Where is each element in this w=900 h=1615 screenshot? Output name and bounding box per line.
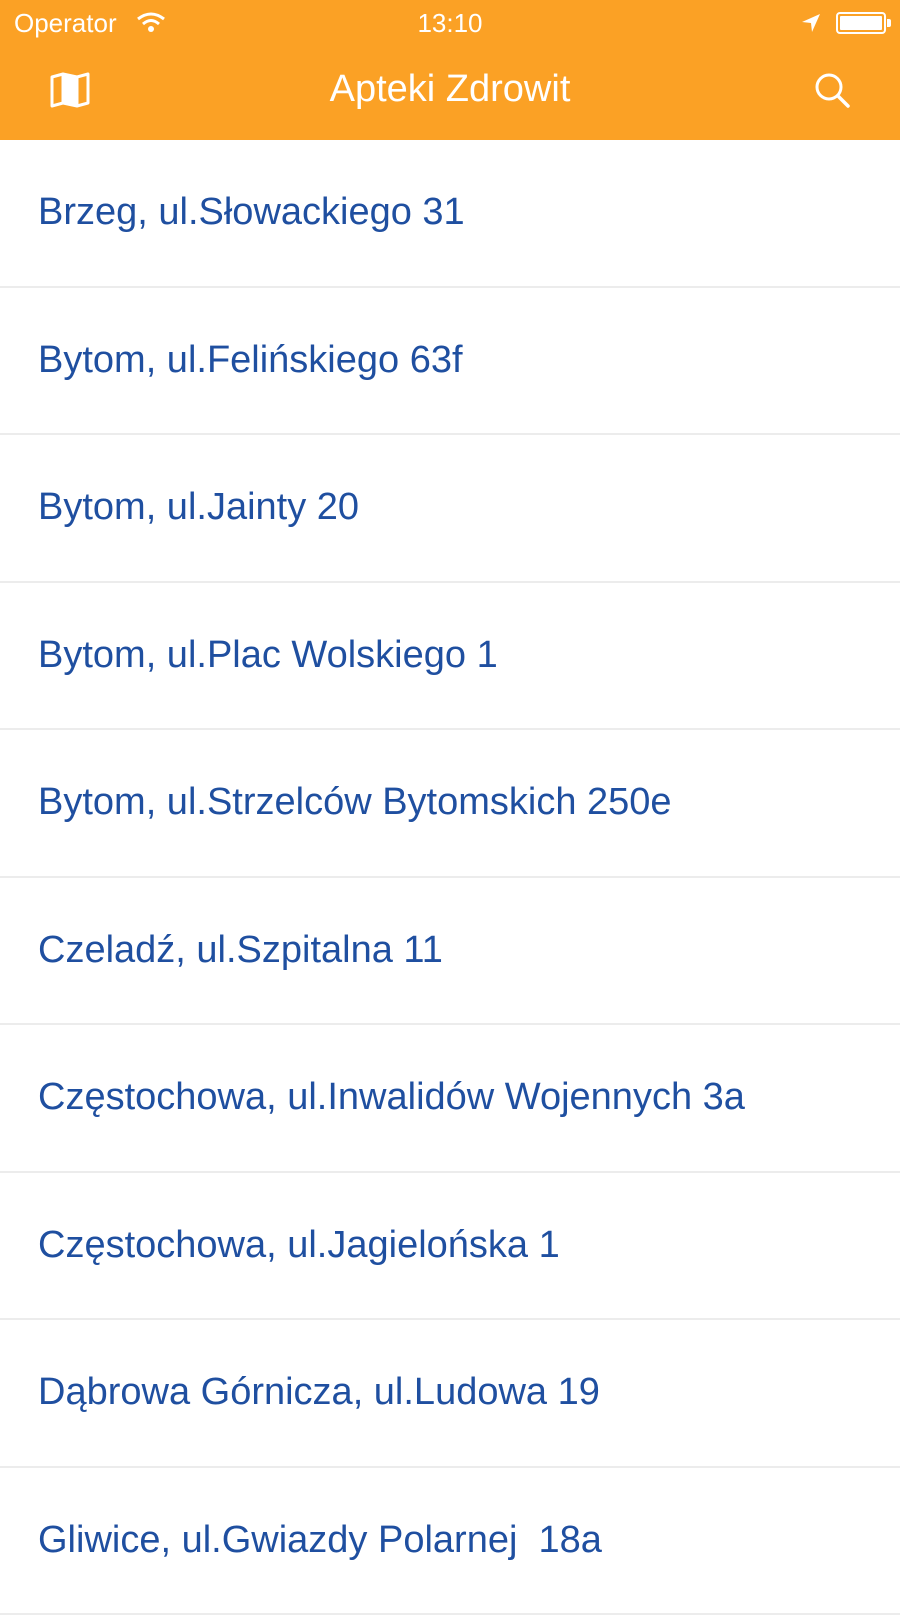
page-title: Apteki Zdrowit: [0, 68, 900, 111]
list-item-label: Częstochowa, ul.Jagielońska 1: [38, 1224, 560, 1267]
pharmacy-list: Brzeg, ul.Słowackiego 31 Bytom, ul.Feliń…: [0, 140, 900, 1615]
list-item[interactable]: Bytom, ul.Strzelców Bytomskich 250e: [0, 730, 900, 878]
list-item[interactable]: Czeladź, ul.Szpitalna 11: [0, 878, 900, 1026]
status-time: 13:10: [0, 8, 900, 39]
list-item-label: Bytom, ul.Strzelców Bytomskich 250e: [38, 781, 672, 824]
list-item[interactable]: Bytom, ul.Plac Wolskiego 1: [0, 583, 900, 731]
list-item[interactable]: Dąbrowa Górnicza, ul.Ludowa 19: [0, 1320, 900, 1468]
list-item-label: Gliwice, ul.Gwiazdy Polarnej 18a: [38, 1519, 602, 1562]
status-bar: Operator 13:10: [0, 0, 900, 48]
location-arrow-icon: [800, 12, 822, 34]
list-item[interactable]: Brzeg, ul.Słowackiego 31: [0, 140, 900, 288]
list-item-label: Czeladź, ul.Szpitalna 11: [38, 929, 443, 972]
list-item-label: Brzeg, ul.Słowackiego 31: [38, 191, 465, 234]
list-item-label: Bytom, ul.Plac Wolskiego 1: [38, 634, 498, 677]
list-item-label: Bytom, ul.Felińskiego 63f: [38, 339, 463, 382]
list-item[interactable]: Bytom, ul.Jainty 20: [0, 435, 900, 583]
list-item[interactable]: Częstochowa, ul.Inwalidów Wojennych 3a: [0, 1025, 900, 1173]
search-icon: [813, 71, 851, 109]
list-item-label: Częstochowa, ul.Inwalidów Wojennych 3a: [38, 1076, 745, 1119]
list-item[interactable]: Gliwice, ul.Gwiazdy Polarnej 18a: [0, 1468, 900, 1615]
list-item[interactable]: Bytom, ul.Felińskiego 63f: [0, 288, 900, 436]
search-button[interactable]: [806, 66, 858, 114]
battery-icon: [836, 12, 886, 34]
header-bar: Operator 13:10 Apteki Zdrowit: [0, 0, 900, 140]
list-item-label: Bytom, ul.Jainty 20: [38, 486, 359, 529]
list-item-label: Dąbrowa Górnicza, ul.Ludowa 19: [38, 1371, 600, 1414]
list-item[interactable]: Częstochowa, ul.Jagielońska 1: [0, 1173, 900, 1321]
